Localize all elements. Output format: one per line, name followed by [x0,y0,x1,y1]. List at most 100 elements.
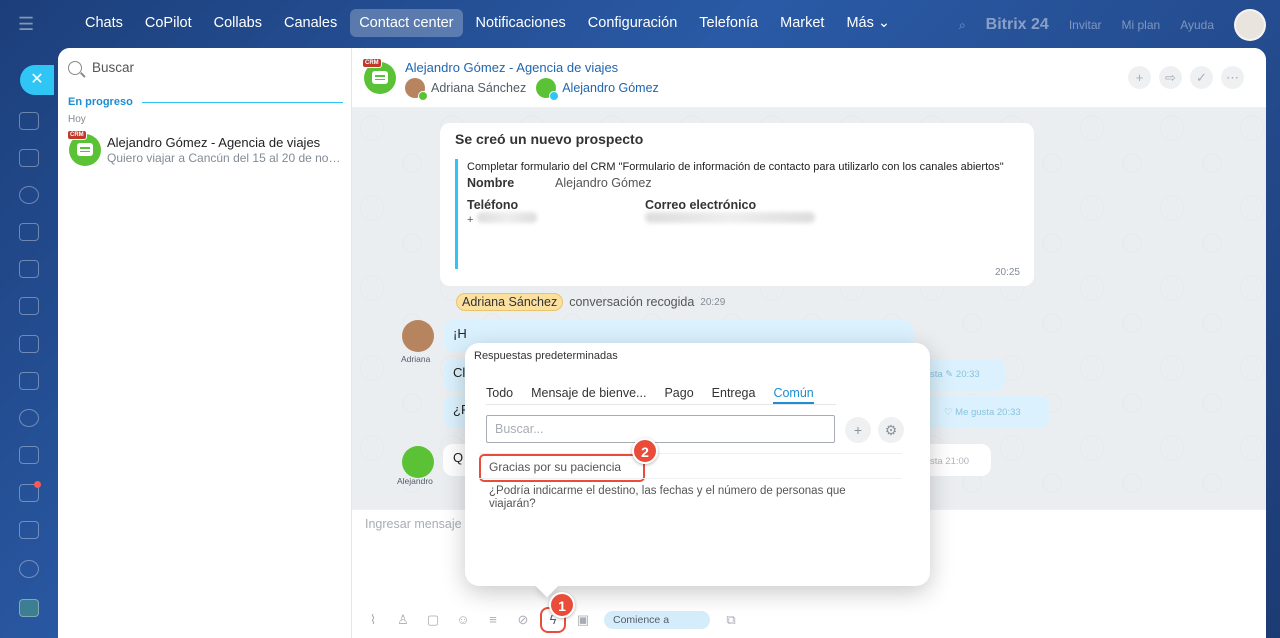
name-field-row: Nombre Alejandro Gómez [467,176,1025,190]
dialog-title[interactable]: Alejandro Gómez - Agencia de viajes [405,60,618,75]
top-navigation: ☰ Chats CoPilot Collabs Canales Contact … [0,0,1280,48]
list-icon[interactable] [19,297,39,315]
system-message-time: 20:25 [994,267,1020,278]
add-reply-button[interactable]: + [845,417,871,443]
message-meta: sta 21:00 [930,456,970,467]
nav-item-canales[interactable]: Canales [275,9,346,37]
notification-dot [34,481,41,488]
smile-icon[interactable]: ☺ [454,611,472,629]
chat-search[interactable]: Buscar [68,60,134,75]
gear-icon[interactable]: ⚙ [878,417,904,443]
mail-icon[interactable] [19,372,39,390]
pickup-notice: Adriana Sánchez conversación recogida 20… [456,293,725,311]
add-icon[interactable]: + [1128,66,1151,89]
tab-comun[interactable]: Común [773,386,814,404]
form-icon[interactable]: ▢ [424,611,442,629]
search-icon[interactable]: ⌕ [959,18,966,33]
tab-bienvenida[interactable]: Mensaje de bienve... [531,386,646,404]
section-divider [142,102,343,103]
brand-logo: Bitrix 24 [985,16,1049,33]
composer-placeholder: Ingresar mensaje [365,517,462,531]
message-text: ¡H [453,326,467,341]
crm-badge: CRM [67,130,87,140]
invite-link[interactable]: Invitar [1069,18,1102,32]
dialog-participants: Adriana Sánchez Alejandro Gómez [405,78,659,101]
nav-item-notificaciones[interactable]: Notificaciones [467,9,575,37]
blurred-email [645,212,815,223]
nav-item-mas[interactable]: Más ⌄ [837,9,899,37]
list-item[interactable]: CRM Alejandro Gómez - Agencia de viajes … [58,130,351,170]
email-label: Correo electrónico [645,198,757,212]
client-avatar[interactable] [536,78,560,101]
tasks-icon[interactable] [19,446,39,464]
client-name[interactable]: Alejandro Gómez [562,81,659,95]
message-author: Alejandro [397,476,433,486]
contact-field-values: + [467,212,1025,226]
phone-label: Teléfono [467,198,519,212]
crm-chat-avatar: CRM [67,130,101,166]
reply-item[interactable]: ¿Podría indicarme el destino, las fechas… [489,485,889,511]
hide-icon[interactable]: ⊘ [514,611,532,629]
user-avatar[interactable] [1234,9,1266,41]
nav-item-configuracion[interactable]: Configuración [579,9,686,37]
search-icon [68,60,82,75]
message-meta: ♡ Me gusta 20:33 [944,407,1021,418]
more-icon[interactable]: ⋯ [1221,66,1244,89]
settings-icon[interactable] [19,560,39,578]
divider [479,478,902,479]
left-rail: ✕ [0,48,58,638]
crm-chat-avatar[interactable]: CRM [362,58,396,94]
step-marker: 1 [549,592,575,618]
chat-item-title: Alejandro Gómez - Agencia de viajes [107,135,321,150]
file-icon[interactable] [19,260,39,278]
target-icon[interactable] [19,186,39,204]
nav-item-copilot[interactable]: CoPilot [136,9,201,37]
help-link[interactable]: Ayuda [1180,18,1214,32]
tab-entrega[interactable]: Entrega [712,386,756,404]
copy-icon[interactable]: ⧉ [722,611,740,629]
nav-item-telefonia[interactable]: Telefonía [690,9,767,37]
header-actions: + ⇨ ✓ ⋯ [1128,66,1244,89]
leaf-icon [418,91,428,101]
store-icon[interactable] [19,335,39,353]
client-avatar[interactable] [402,446,434,478]
tab-pago[interactable]: Pago [664,386,693,404]
nav-item-collabs[interactable]: Collabs [205,9,271,37]
rocket-icon[interactable] [19,599,39,617]
phone-prefix: + [467,214,474,226]
close-icon[interactable]: ✕ [20,65,54,95]
blurred-phone [476,212,537,223]
popup-search-input[interactable] [487,416,834,442]
crm-form-line: Completar formulario del CRM "Formulario… [467,161,1004,173]
operator-name[interactable]: Adriana Sánchez [431,81,526,95]
contact-field-labels: Teléfono Correo electrónico [467,198,1025,212]
calendar-icon[interactable] [19,223,39,241]
operator-avatar[interactable] [402,320,434,352]
message-meta: sta ✎ 20:33 [930,369,980,380]
pickup-text: conversación recogida [569,295,695,309]
nav-item-contact-center[interactable]: Contact center [350,9,463,37]
tab-todo[interactable]: Todo [486,386,513,404]
chat-bubbles-icon[interactable] [19,112,39,130]
contacts-icon[interactable] [19,409,39,427]
menu-icon[interactable]: ☰ [18,14,38,34]
operator-avatar[interactable] [405,78,428,101]
document-icon[interactable] [19,149,39,167]
nav-item-chats[interactable]: Chats [76,9,132,37]
plan-link[interactable]: Mi plan [1122,18,1161,32]
operator-mention[interactable]: Adriana Sánchez [456,293,564,311]
channel-icon [549,91,560,101]
message-author: Adriana [401,354,431,364]
file-upload-icon[interactable]: ▣ [574,611,592,629]
person-icon[interactable]: ♙ [394,611,412,629]
attach-icon[interactable]: ⌇ [364,611,382,629]
start-chip[interactable]: Comience a [604,611,710,629]
robot-icon[interactable] [19,521,39,539]
forward-icon[interactable]: ⇨ [1159,66,1182,89]
template-icon[interactable]: ≡ [484,611,502,629]
check-icon[interactable]: ✓ [1190,66,1213,89]
nav-item-market[interactable]: Market [771,9,833,37]
chat-list: Buscar En progreso Hoy CRM Alejandro Góm… [58,48,352,638]
phone-value: + [467,212,609,226]
chat-search-placeholder: Buscar [92,60,135,75]
